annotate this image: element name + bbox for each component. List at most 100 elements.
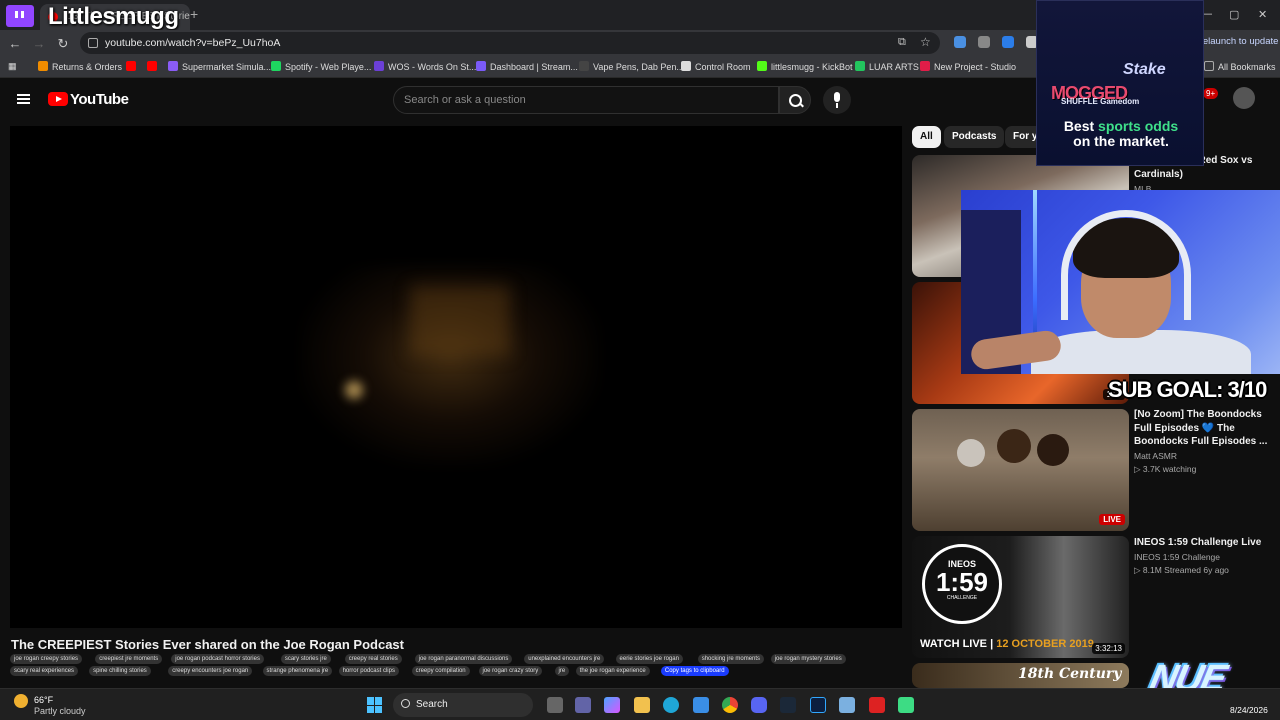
url-text[interactable]: youtube.com/watch?v=bePz_Uu7hoA bbox=[105, 37, 280, 49]
video-title: The CREEPIEST Stories Ever shared on the… bbox=[11, 637, 404, 652]
video-tag[interactable]: unexplained encounters jre bbox=[524, 654, 605, 664]
sub-goal-overlay: SUB GOAL: 3/10 bbox=[1108, 377, 1267, 402]
search-input[interactable]: Search or ask a question bbox=[393, 86, 779, 114]
apps-grid-icon[interactable]: ▦ bbox=[8, 61, 17, 72]
start-icon[interactable] bbox=[367, 697, 383, 713]
avatar[interactable] bbox=[1233, 87, 1255, 109]
video-player[interactable] bbox=[10, 126, 902, 628]
edge-icon[interactable] bbox=[663, 697, 679, 713]
site-info-icon[interactable] bbox=[88, 38, 98, 48]
video-tag[interactable]: joe rogan mystery stories bbox=[770, 654, 846, 664]
extension-icon[interactable] bbox=[1002, 36, 1014, 48]
task-view-icon[interactable] bbox=[547, 697, 563, 713]
close-icon[interactable]: ✕ bbox=[1258, 8, 1267, 21]
rec-title[interactable]: [No Zoom] The Boondocks Full Episodes 💙 … bbox=[1134, 408, 1274, 449]
bookmark-item[interactable]: Spotify - Web Playe... bbox=[271, 61, 371, 72]
adobe-icon[interactable] bbox=[869, 697, 885, 713]
search-button[interactable] bbox=[779, 86, 811, 114]
bookmark-item[interactable]: Vape Pens, Dab Pen... bbox=[579, 61, 684, 72]
teams-icon[interactable] bbox=[575, 697, 591, 713]
omnibox[interactable]: youtube.com/watch?v=bePz_Uu7hoA ⧉ ☆ bbox=[80, 32, 940, 54]
bookmark-item[interactable]: Supermarket Simula... bbox=[168, 61, 271, 72]
bookmark-item[interactable]: New Project - Studio bbox=[920, 61, 1016, 72]
twitch-logo-icon bbox=[6, 5, 34, 27]
video-tag[interactable]: creepy compilation bbox=[411, 666, 470, 676]
steam-icon[interactable] bbox=[780, 697, 796, 713]
weather-desc[interactable]: Partly cloudy bbox=[34, 706, 86, 716]
video-tag[interactable]: joe rogan paranormal discussions bbox=[414, 654, 513, 664]
rec-views: ▷ 3.7K watching bbox=[1134, 464, 1197, 474]
bookmark-item[interactable]: WOS - Words On St... bbox=[374, 61, 476, 72]
video-tag[interactable]: joe rogan podcast horror stories bbox=[171, 654, 264, 664]
youtube-wordmark[interactable]: YouTube bbox=[70, 91, 129, 108]
video-tags: joe rogan creepy stories creepiest jre mo… bbox=[10, 654, 910, 684]
bookmark-star-icon[interactable]: ☆ bbox=[920, 35, 931, 49]
maximize-icon[interactable]: ▢ bbox=[1229, 8, 1239, 21]
rec-thumbnail[interactable]: LIVE bbox=[912, 409, 1129, 531]
android-icon[interactable] bbox=[898, 697, 914, 713]
bookmark-item[interactable]: Dashboard | Stream... bbox=[476, 61, 578, 72]
headset-icon bbox=[1061, 210, 1191, 320]
rec-thumbnail-text: 18th Century bbox=[1018, 666, 1122, 682]
video-tag[interactable]: spine chilling stories bbox=[89, 666, 151, 676]
video-tag[interactable]: the joe rogan experience bbox=[575, 666, 650, 676]
taskbar-search[interactable]: Search bbox=[393, 693, 533, 717]
bookmark-item[interactable] bbox=[126, 61, 140, 72]
rec-thumbnail[interactable]: INEOS 1:59 CHALLENGE WATCH LIVE | 12 OCT… bbox=[912, 536, 1129, 658]
chrome-icon[interactable] bbox=[722, 697, 738, 713]
video-tag[interactable]: joe rogan crazy story bbox=[478, 666, 543, 676]
notepad-icon[interactable] bbox=[839, 697, 855, 713]
rec-channel[interactable]: Matt ASMR bbox=[1134, 451, 1177, 461]
duration-badge: 3:32:13 bbox=[1092, 643, 1125, 654]
video-tag[interactable]: jre bbox=[554, 666, 570, 676]
reload-icon[interactable]: ↻ bbox=[55, 36, 71, 52]
rec-channel[interactable]: INEOS 1:59 Challenge bbox=[1134, 552, 1220, 562]
search-icon bbox=[401, 699, 410, 708]
relaunch-button[interactable]: Relaunch to update bbox=[1196, 36, 1278, 47]
search-placeholder: Search or ask a question bbox=[404, 94, 526, 106]
new-tab-button[interactable]: + bbox=[190, 6, 198, 22]
install-app-icon[interactable]: ⧉ bbox=[898, 36, 906, 49]
photoshop-icon[interactable] bbox=[810, 697, 826, 713]
video-tag[interactable]: eerie stories joe rogan bbox=[615, 654, 683, 664]
forward-icon[interactable]: → bbox=[31, 36, 47, 51]
voice-search-button[interactable] bbox=[823, 86, 851, 114]
video-frame bbox=[410, 286, 510, 356]
bookmark-item[interactable]: littlesmugg - KickBot bbox=[757, 61, 853, 72]
watch-live-label: WATCH LIVE | 12 OCTOBER 2019 bbox=[920, 638, 1094, 650]
weather-temp[interactable]: 66°F bbox=[34, 695, 53, 705]
file-explorer-icon[interactable] bbox=[634, 697, 650, 713]
copilot-icon[interactable] bbox=[604, 697, 620, 713]
youtube-logo-icon[interactable] bbox=[48, 92, 68, 106]
taskbar-date[interactable]: 8/24/2026 bbox=[1230, 705, 1268, 715]
video-tag[interactable]: scary stories jre bbox=[280, 654, 331, 664]
bookmark-item[interactable]: Returns & Orders bbox=[38, 61, 122, 72]
video-frame bbox=[345, 381, 363, 399]
video-tag[interactable]: creepy encounters joe rogan bbox=[168, 666, 253, 676]
discord-icon[interactable] bbox=[751, 697, 767, 713]
chip-podcasts[interactable]: Podcasts bbox=[944, 126, 1005, 148]
store-icon[interactable] bbox=[693, 697, 709, 713]
video-tag[interactable]: joe rogan creepy stories bbox=[10, 654, 83, 664]
extension-icon[interactable] bbox=[954, 36, 966, 48]
webcam-overlay bbox=[961, 190, 1280, 374]
video-tag[interactable]: creepiest jre moments bbox=[95, 654, 163, 664]
bookmark-item[interactable] bbox=[147, 61, 161, 72]
video-tag[interactable]: strange phenomena jre bbox=[262, 666, 333, 676]
weather-icon[interactable] bbox=[14, 694, 28, 708]
video-tag[interactable]: shocking jre moments bbox=[697, 654, 765, 664]
live-badge: LIVE bbox=[1099, 514, 1125, 525]
video-tag[interactable]: horror podcast clips bbox=[338, 666, 399, 676]
bookmark-item[interactable]: LUAR ARTS bbox=[855, 61, 919, 72]
back-icon[interactable]: ← bbox=[7, 36, 23, 51]
copy-tags-button[interactable]: Copy tags to clipboard bbox=[660, 666, 729, 676]
video-tag[interactable]: scary real experiences bbox=[10, 666, 79, 676]
chip-all[interactable]: All bbox=[912, 126, 941, 148]
notification-badge[interactable]: 9+ bbox=[1203, 88, 1219, 99]
bookmark-item[interactable]: Control Room bbox=[681, 61, 751, 72]
rec-title[interactable]: INEOS 1:59 Challenge Live bbox=[1134, 536, 1274, 550]
all-bookmarks[interactable]: All Bookmarks bbox=[1204, 61, 1276, 72]
menu-icon[interactable] bbox=[17, 94, 30, 104]
video-tag[interactable]: creepy real stories bbox=[344, 654, 402, 664]
extension-icon[interactable] bbox=[978, 36, 990, 48]
